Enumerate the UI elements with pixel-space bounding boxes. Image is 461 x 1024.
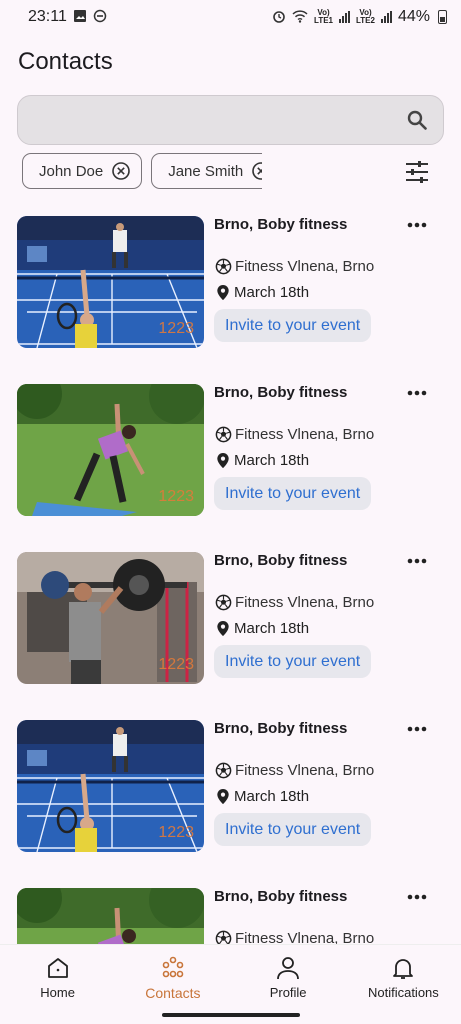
list-item[interactable]: 1223 Brno, Boby fitness Fitness Vlnena, Br… bbox=[0, 552, 461, 720]
search-input[interactable] bbox=[17, 95, 444, 145]
nav-profile[interactable]: Profile bbox=[231, 945, 346, 1008]
gesture-bar bbox=[0, 1008, 461, 1024]
thumbnail-number: 1223 bbox=[158, 824, 194, 841]
event-thumbnail[interactable]: 1223 bbox=[17, 552, 204, 684]
soccer-ball-icon bbox=[215, 258, 232, 275]
list-item[interactable]: 1223 Brno, Boby fitness Fitness Vlnena, Br… bbox=[0, 888, 461, 944]
card-title: Brno, Boby fitness bbox=[214, 552, 348, 569]
home-icon bbox=[47, 958, 68, 978]
location-pin-icon bbox=[217, 452, 229, 469]
nav-label: Home bbox=[40, 985, 75, 1000]
contacts-icon bbox=[162, 956, 184, 978]
more-options-icon[interactable] bbox=[406, 724, 428, 734]
more-options-icon[interactable] bbox=[406, 220, 428, 230]
event-thumbnail[interactable]: 1223 bbox=[17, 720, 204, 852]
more-options-icon[interactable] bbox=[406, 892, 428, 902]
signal-icon bbox=[339, 11, 350, 23]
venue-label: Fitness Vlnena, Brno bbox=[235, 594, 375, 611]
venue-row: Fitness Vlnena, Brno bbox=[215, 594, 374, 611]
event-thumbnail[interactable]: 1223 bbox=[17, 384, 204, 516]
thumbnail-number: 1223 bbox=[158, 656, 194, 673]
status-bar: 23:11 Vo) LTE1 Vo) LTE2 44% bbox=[0, 0, 461, 34]
date-label: March 18th bbox=[234, 620, 310, 637]
venue-label: Fitness Vlnena, Brno bbox=[235, 258, 375, 275]
venue-row: Fitness Vlnena, Brno bbox=[215, 258, 374, 275]
person-icon bbox=[277, 957, 300, 980]
venue-row: Fitness Vlnena, Brno bbox=[215, 930, 374, 944]
card-title: Brno, Boby fitness bbox=[214, 888, 348, 905]
list-item[interactable]: 1223 Brno, Boby fitness Fitness Vlnena, Br… bbox=[0, 384, 461, 552]
chip-label: John Doe bbox=[39, 162, 104, 180]
invite-button[interactable]: Invite to your event bbox=[214, 813, 372, 846]
soccer-ball-icon bbox=[215, 426, 232, 443]
event-thumbnail[interactable]: 1223 bbox=[17, 888, 204, 944]
venue-label: Fitness Vlnena, Brno bbox=[235, 426, 375, 443]
nav-notifications[interactable]: Notifications bbox=[346, 945, 461, 1008]
event-thumbnail[interactable]: 1223 bbox=[17, 216, 204, 348]
do-not-disturb-icon bbox=[93, 9, 107, 25]
location-pin-icon bbox=[217, 620, 229, 637]
soccer-ball-icon bbox=[215, 762, 232, 779]
list-item[interactable]: 1223 Brno, Boby fitness Fitness Vlnena, Br… bbox=[0, 216, 461, 384]
invite-button[interactable]: Invite to your event bbox=[214, 477, 372, 510]
venue-label: Fitness Vlnena, Brno bbox=[235, 762, 375, 779]
more-options-icon[interactable] bbox=[406, 556, 428, 566]
filter-sliders-icon[interactable] bbox=[404, 159, 430, 185]
soccer-ball-icon bbox=[215, 930, 232, 944]
home-gesture-pill[interactable] bbox=[162, 1013, 300, 1017]
nav-label: Profile bbox=[269, 985, 307, 1000]
thumbnail-number: 1223 bbox=[158, 320, 194, 337]
chip-john-doe[interactable]: John Doe bbox=[22, 153, 143, 189]
nav-home[interactable]: Home bbox=[0, 945, 115, 1008]
card-title: Brno, Boby fitness bbox=[214, 216, 348, 233]
bottom-navigation: Home Contacts Profile Notifications bbox=[0, 944, 461, 1008]
date-row: March 18th bbox=[216, 284, 309, 301]
more-options-icon[interactable] bbox=[406, 388, 428, 398]
status-time: 23:11 bbox=[28, 8, 67, 25]
date-row: March 18th bbox=[216, 788, 309, 805]
alarm-icon bbox=[272, 9, 286, 25]
sim2-label: Vo) LTE2 bbox=[356, 8, 375, 25]
invite-button[interactable]: Invite to your event bbox=[214, 309, 372, 342]
date-row: March 18th bbox=[216, 452, 309, 469]
sim1-label: Vo) LTE1 bbox=[314, 8, 333, 25]
date-label: March 18th bbox=[234, 284, 310, 301]
gallery-icon bbox=[73, 9, 87, 25]
date-row: March 18th bbox=[216, 620, 309, 637]
location-pin-icon bbox=[217, 788, 229, 805]
chip-label: Jane Smith bbox=[168, 162, 244, 180]
nav-contacts[interactable]: Contacts bbox=[115, 945, 230, 1008]
date-label: March 18th bbox=[234, 452, 310, 469]
invite-button[interactable]: Invite to your event bbox=[214, 645, 372, 678]
bell-icon bbox=[393, 959, 414, 979]
location-pin-icon bbox=[217, 284, 229, 301]
list-item[interactable]: 1223 Brno, Boby fitness Fitness Vlnena, Br… bbox=[0, 720, 461, 888]
contact-list[interactable]: 1223 Brno, Boby fitness Fitness Vlnena, Br… bbox=[0, 216, 461, 944]
nav-label: Contacts bbox=[145, 985, 201, 1001]
card-title: Brno, Boby fitness bbox=[214, 384, 348, 401]
card-title: Brno, Boby fitness bbox=[214, 720, 348, 737]
close-circle-icon[interactable] bbox=[111, 161, 131, 181]
venue-row: Fitness Vlnena, Brno bbox=[215, 426, 374, 443]
search-icon[interactable] bbox=[405, 108, 429, 132]
filter-chips: John Doe Jane Smith bbox=[22, 153, 262, 189]
chip-jane-smith[interactable]: Jane Smith bbox=[151, 153, 262, 189]
nav-label: Notifications bbox=[367, 985, 439, 1000]
page-title: Contacts bbox=[18, 48, 113, 75]
battery-icon bbox=[438, 10, 447, 24]
venue-row: Fitness Vlnena, Brno bbox=[215, 762, 374, 779]
thumbnail-number: 1223 bbox=[158, 488, 194, 505]
date-label: March 18th bbox=[234, 788, 310, 805]
battery-percent: 44% bbox=[397, 8, 430, 25]
signal-icon bbox=[380, 11, 392, 23]
soccer-ball-icon bbox=[215, 594, 232, 611]
venue-label: Fitness Vlnena, Brno bbox=[235, 930, 375, 944]
close-circle-icon[interactable] bbox=[251, 161, 262, 181]
wifi-icon bbox=[292, 9, 308, 25]
